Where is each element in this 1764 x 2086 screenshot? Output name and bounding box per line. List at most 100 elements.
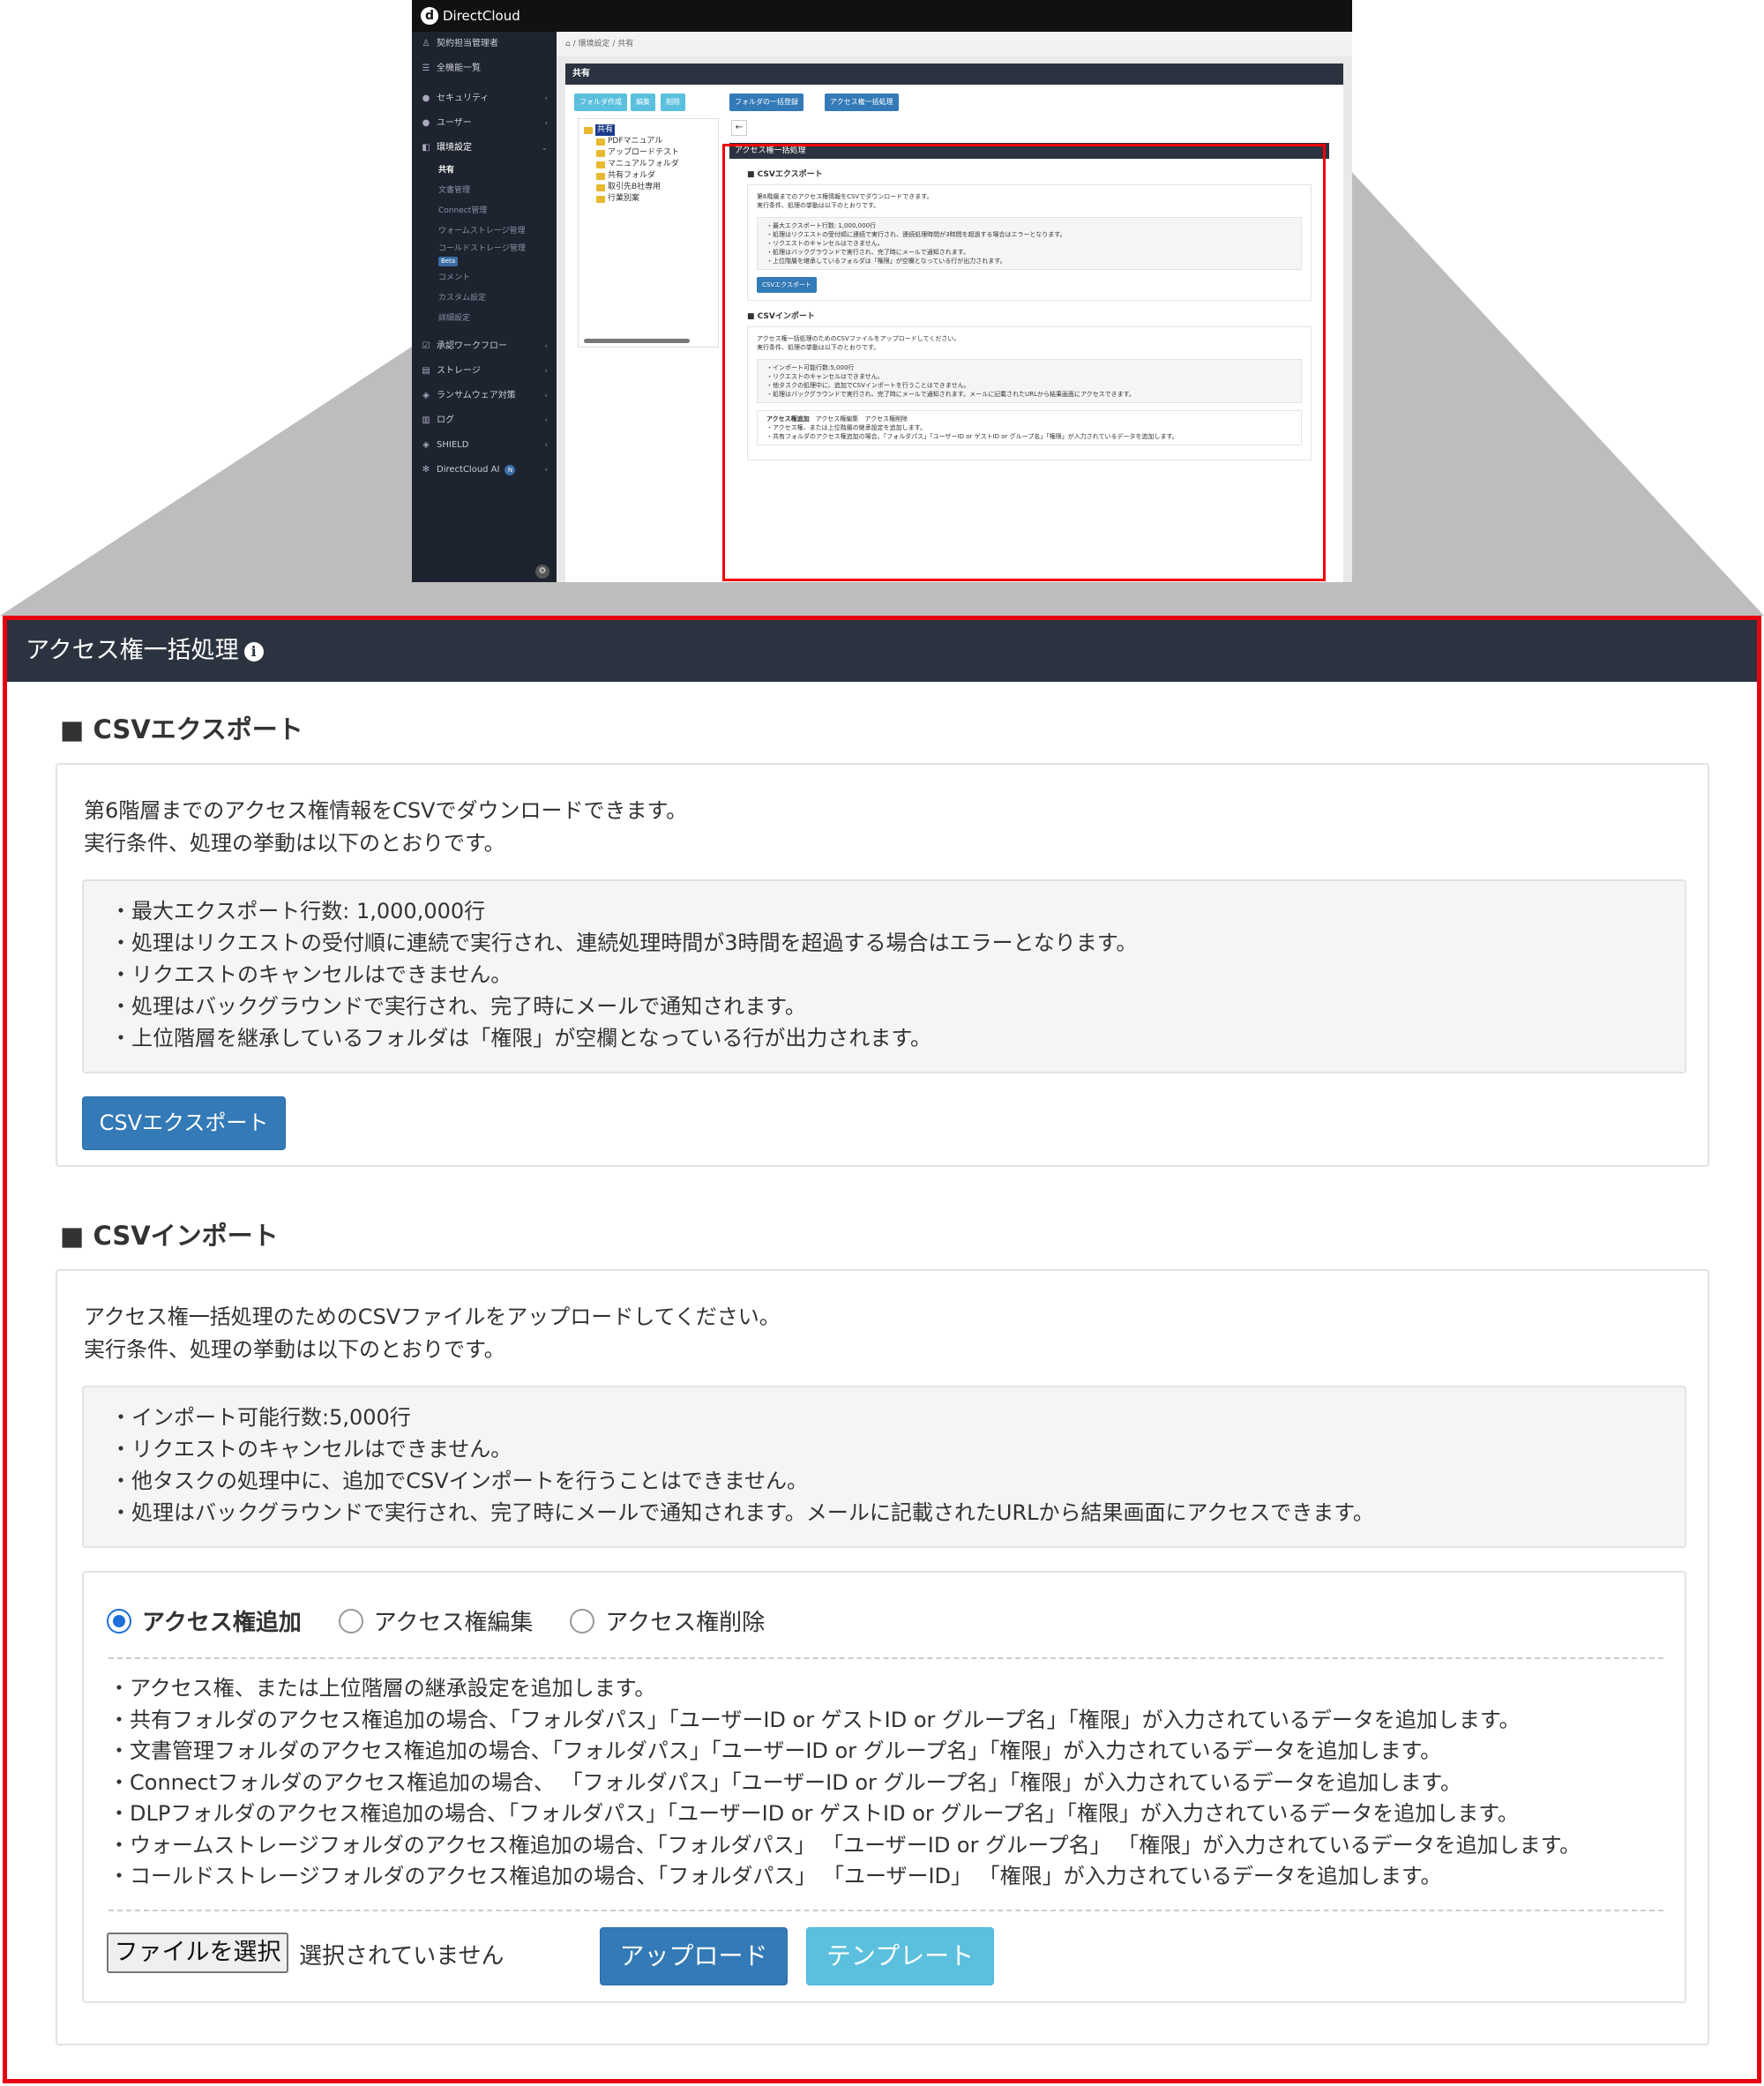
template-button[interactable]: テンプレート (806, 1927, 994, 1985)
bulk-folder-register-button[interactable]: フォルダの一括登録 (729, 93, 804, 111)
database-icon: ▤ (422, 366, 430, 376)
upload-button[interactable]: アップロード (600, 1927, 788, 1985)
import-section-title: ■ CSVインポート (60, 1221, 279, 1251)
radio-add-access-label[interactable]: アクセス権追加 (142, 1604, 302, 1637)
highlight-box (722, 144, 1326, 581)
folder-icon (584, 126, 593, 134)
info-icon[interactable]: i (243, 641, 264, 662)
folder-icon (596, 161, 605, 168)
radio-delete-access-label[interactable]: アクセス権削除 (605, 1604, 765, 1637)
import-mode-options: アクセス権追加 アクセス権編集 アクセス権削除 (107, 1604, 802, 1637)
tree-node[interactable]: アップロードテスト (584, 147, 713, 159)
tree-node-label: 取引先B社専用 (608, 183, 662, 191)
radio-edit-access-label[interactable]: アクセス権編集 (374, 1604, 534, 1637)
sidebar-sub-item-document[interactable]: 文書管理 (412, 181, 557, 201)
export-description: 第6階層までのアクセス権情報をCSVでダウンロードできます。 実行条件、処理の挙… (84, 795, 687, 860)
tree-node[interactable]: 行業別案 (584, 193, 713, 205)
bulk-access-button[interactable]: アクセス権一括処理 (825, 93, 899, 111)
chevron-left-icon: ‹ (544, 342, 548, 351)
tree-node[interactable]: PDFマニュアル (584, 136, 713, 147)
settings-icon: ◧ (422, 143, 430, 153)
sidebar-item-security[interactable]: ● セキュリティ ‹ (412, 86, 557, 111)
sidebar-item-ransomware[interactable]: ◈ ランサムウェア対策 ‹ (412, 384, 557, 408)
beta-badge: Beta (438, 257, 459, 266)
sidebar-item-ai[interactable]: ✻ DirectCloud AI N ‹ (412, 458, 557, 482)
import-description: アクセス権一括処理のためのCSVファイルをアップロードしてください。 実行条件、… (84, 1301, 781, 1366)
folder-icon (596, 149, 605, 157)
top-bar: d DirectCloud (412, 0, 1352, 32)
create-folder-button[interactable]: フォルダ作成 (574, 93, 627, 111)
export-condition: ・上位階層を継承しているフォルダは「権限」が空欄となっている行が出力されます。 (110, 1026, 931, 1050)
check-icon: ☑ (422, 341, 430, 351)
file-status: 選択されていません (299, 1943, 505, 1970)
back-arrow-icon[interactable]: ← (731, 120, 747, 136)
sidebar-item-users[interactable]: ● ユーザー ‹ (412, 111, 557, 136)
sidebar-item-workflow[interactable]: ☑ 承認ワークフロー ‹ (412, 334, 557, 359)
edit-button[interactable]: 編集 (631, 93, 655, 111)
tree-node[interactable]: 取引先B社専用 (584, 182, 713, 193)
sidebar-item-label: 契約担当管理者 (437, 39, 498, 49)
sidebar-item-label: ストレージ (437, 366, 481, 376)
radio-edit-access[interactable] (338, 1608, 363, 1634)
sidebar-sub-item-share[interactable]: 共有 (412, 161, 557, 181)
tree-node-label: マニュアルフォルダ (608, 160, 679, 168)
sidebar-item-log[interactable]: ▥ ログ ‹ (412, 408, 557, 433)
export-conditions: ・最大エクスポート行数: 1,000,000行 ・処理はリクエストの受付順に連続… (82, 879, 1686, 1073)
tree-node[interactable]: 共有フォルダ (584, 170, 713, 182)
export-description-line: 実行条件、処理の挙動は以下のとおりです。 (84, 831, 505, 856)
import-mode-rule: ・アクセス権、または上位階層の継承設定を追加します。 (108, 1676, 656, 1701)
user-icon: ♙ (422, 39, 430, 49)
tree-node-label: PDFマニュアル (608, 137, 663, 146)
brand-logo[interactable]: d DirectCloud (421, 7, 520, 25)
home-icon[interactable]: ⌂ (565, 40, 571, 49)
export-condition: ・リクエストのキャンセルはできません。 (110, 962, 512, 987)
import-mode-rule: ・文書管理フォルダのアクセス権追加の場合、「フォルダパス」「ユーザーID or … (108, 1738, 1442, 1763)
radio-add-access[interactable] (107, 1608, 131, 1634)
import-condition: ・他タスクの処理中に、追加でCSVインポートを行うことはできません。 (110, 1469, 808, 1493)
import-mode-rule: ・コールドストレージフォルダのアクセス権追加の場合、「フォルダパス」 「ユーザー… (108, 1864, 1442, 1888)
list-icon: ☰ (422, 64, 430, 73)
csv-export-button[interactable]: CSVエクスポート (82, 1096, 286, 1150)
tree-scrollbar[interactable] (584, 339, 690, 343)
sidebar-item-all-features[interactable]: ☰ 全機能一覧 (412, 56, 557, 81)
sidebar-sub-item-connect[interactable]: Connect管理 (412, 201, 557, 221)
import-mode-rule: ・ウォームストレージフォルダのアクセス権追加の場合、「フォルダパス」 「ユーザー… (108, 1832, 1581, 1858)
tree-node-label: 共有 (595, 124, 616, 136)
chart-icon: ▥ (422, 415, 430, 425)
sidebar-sub-item-custom[interactable]: カスタム設定 (412, 288, 557, 309)
folder-icon (596, 172, 605, 180)
import-description-line: アクセス権一括処理のためのCSVファイルをアップロードしてください。 (84, 1305, 781, 1329)
delete-button[interactable]: 削除 (661, 93, 685, 111)
sidebar-item-label: ランサムウェア対策 (437, 391, 516, 400)
tree-node-label: 共有フォルダ (608, 171, 656, 180)
radio-delete-access[interactable] (570, 1608, 595, 1634)
export-condition: ・処理はリクエストの受付順に連続で実行され、連続処理時間が3時間を超過する場合は… (110, 931, 1138, 955)
choose-file-button[interactable]: ファイルを選択 (107, 1933, 288, 1973)
tree-node[interactable]: マニュアルフォルダ (584, 159, 713, 170)
divider (108, 1657, 1663, 1659)
sidebar-item-label: ログ (437, 415, 454, 425)
brand-name: DirectCloud (443, 8, 520, 24)
folder-icon (596, 138, 605, 146)
sidebar-item-contract-admin[interactable]: ♙ 契約担当管理者 (412, 32, 557, 56)
chevron-left-icon: ‹ (544, 466, 548, 475)
import-mode-rule: ・共有フォルダのアクセス権追加の場合、「フォルダパス」「ユーザーID or ゲス… (108, 1707, 1521, 1732)
breadcrumb-path: 環境設定 / 共有 (578, 40, 634, 49)
breadcrumb: ⌂ / 環境設定 / 共有 (557, 32, 1352, 56)
panel-header: アクセス権一括処理 i (7, 620, 1757, 682)
sidebar-sub-item-advanced[interactable]: 詳細設定 (412, 309, 557, 329)
sidebar-item-shield[interactable]: ◈ SHIELD ‹ (412, 433, 557, 458)
sidebar-sub-item-warm-storage[interactable]: ウォームストレージ管理 (412, 221, 557, 242)
sidebar-sub-item-cold-storage[interactable]: コールドストレージ管理 (412, 242, 557, 256)
chevron-left-icon: ‹ (544, 441, 548, 450)
import-mode-rule: ・Connectフォルダのアクセス権追加の場合、 「フォルダパス」「ユーザーID… (108, 1769, 1461, 1795)
sidebar-sub-item-comment[interactable]: コメント (412, 268, 557, 288)
tree-node[interactable]: 共有 (584, 124, 713, 136)
tree-node-label: アップロードテスト (608, 148, 680, 157)
sidebar-item-label: 環境設定 (437, 143, 472, 153)
sidebar-item-label: SHIELD (437, 440, 469, 450)
sidebar-item-storage[interactable]: ▤ ストレージ ‹ (412, 359, 557, 384)
gear-icon[interactable]: ⚙ (535, 564, 549, 579)
chevron-left-icon: ‹ (544, 367, 548, 376)
sidebar-item-settings[interactable]: ◧ 環境設定 ⌄ (412, 136, 557, 161)
